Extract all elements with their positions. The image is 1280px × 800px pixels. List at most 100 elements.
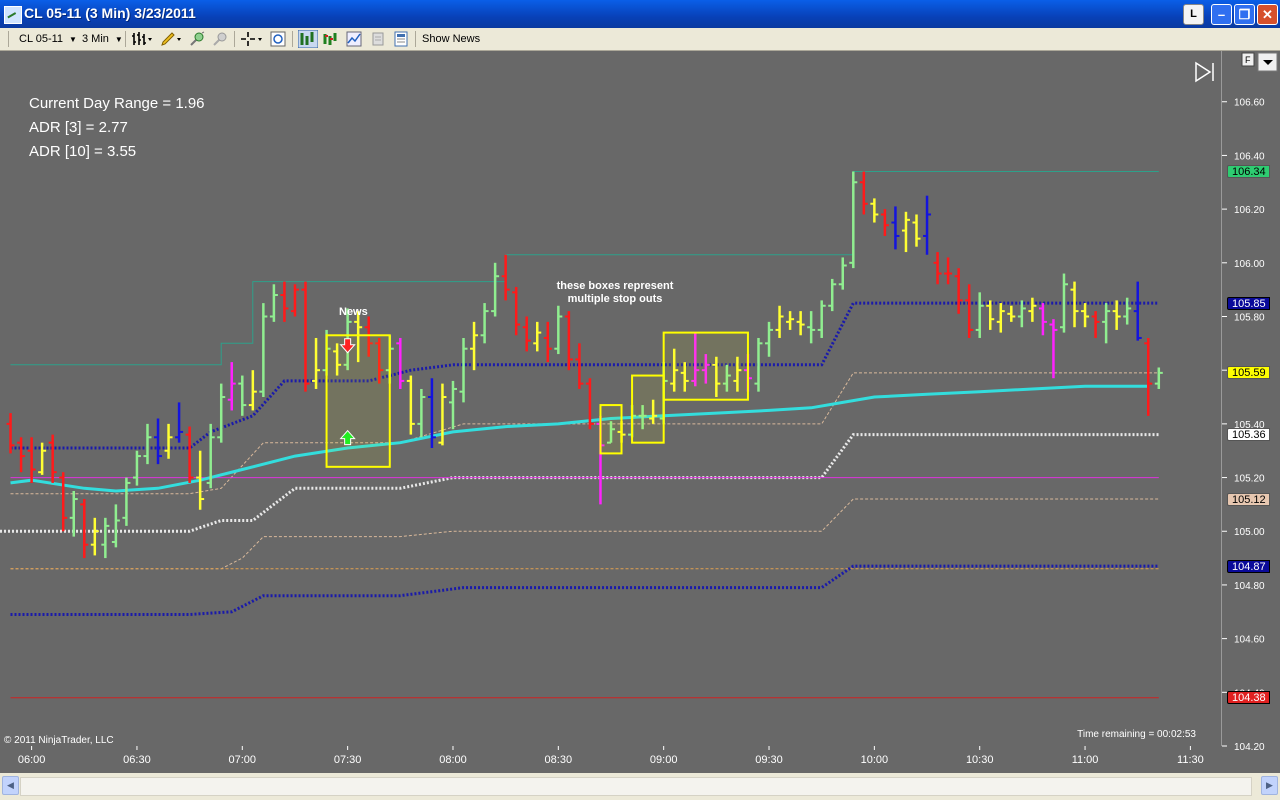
toolbar-separator <box>292 31 293 47</box>
ohlc-bar <box>786 311 795 330</box>
ohlc-bar <box>17 437 26 473</box>
panel-f-icon[interactable]: F <box>1241 52 1255 67</box>
ohlc-bar <box>227 362 236 411</box>
restore-icon: ❐ <box>1238 7 1251 22</box>
ohlc-bar <box>290 284 299 317</box>
levels-layer <box>0 171 1159 699</box>
ohlc-bar <box>480 303 489 344</box>
templates-icon[interactable] <box>393 31 409 47</box>
ohlc-bar <box>406 375 415 435</box>
y-tick-label: 104.20 <box>1234 742 1265 753</box>
ohlc-bar <box>765 321 774 357</box>
horizontal-scrollbar[interactable]: ◀ ▶ <box>0 773 1280 800</box>
ohlc-bar <box>80 499 89 559</box>
ohlc-bar <box>1081 303 1090 328</box>
ohlc-bar <box>543 321 552 363</box>
svg-text:F: F <box>1245 55 1251 65</box>
chart-panel[interactable]: 106.60106.40106.20106.00105.80105.60105.… <box>0 51 1280 773</box>
boxes-note-line-1: these boxes represent <box>557 280 674 292</box>
instrument-selector[interactable]: CL 05-11 ▼ <box>19 30 77 48</box>
scroll-left-button[interactable]: ◀ <box>2 776 19 795</box>
link-button[interactable]: L <box>1183 4 1204 25</box>
y-tick-label: 106.40 <box>1234 151 1265 162</box>
close-button[interactable]: ✕ <box>1257 4 1278 25</box>
boxes-layer <box>325 331 749 468</box>
price-axis-border <box>1221 51 1222 773</box>
stop-out-box <box>599 404 623 455</box>
adr-3: ADR [3] = 2.77 <box>29 119 128 136</box>
ohlc-bar <box>775 305 784 338</box>
ohlc-bar <box>1091 311 1100 338</box>
ohlc-bar <box>248 370 257 411</box>
ohlc-bar <box>807 311 816 344</box>
ohlc-bar <box>564 311 573 371</box>
ohlc-bar <box>122 477 131 526</box>
ohlc-bar <box>1049 319 1058 379</box>
ohlc-bar <box>280 281 289 322</box>
price-chart[interactable]: 106.60106.40106.20106.00105.80105.60105.… <box>0 51 1280 773</box>
drawing-tool-icon[interactable] <box>160 31 182 47</box>
ohlc-bar <box>217 383 226 443</box>
x-tick-label: 06:30 <box>123 754 151 766</box>
midline-white <box>0 433 1159 533</box>
ohlc-bar <box>891 206 900 250</box>
minimize-button[interactable]: – <box>1211 4 1232 25</box>
ohlc-bar <box>27 437 36 483</box>
x-tick-label: 11:30 <box>1177 754 1204 766</box>
ohlc-bar <box>533 321 542 352</box>
zoom-in-icon[interactable] <box>189 31 205 47</box>
chart-style-icon[interactable] <box>322 31 338 47</box>
zoom-out-icon[interactable] <box>212 31 228 47</box>
y-tick-label: 104.80 <box>1234 581 1265 592</box>
chart-toolbar: CL 05-11 ▼ 3 Min ▼ Show News <box>0 28 1280 51</box>
scroll-right-button[interactable]: ▶ <box>1261 776 1278 795</box>
y-tick-label: 106.00 <box>1234 259 1265 270</box>
chart-app-icon <box>4 6 22 24</box>
y-tick-label: 105.80 <box>1234 312 1265 323</box>
panel-dropdown-icon[interactable] <box>1257 52 1278 72</box>
interval-selector[interactable]: 3 Min ▼ <box>82 30 123 48</box>
ema-layer <box>10 384 1149 493</box>
x-tick-label: 09:00 <box>650 754 678 766</box>
ohlc-bar <box>933 252 942 285</box>
data-box-icon[interactable] <box>270 31 286 47</box>
ohlc-bar <box>59 472 68 532</box>
ohlc-bar <box>301 281 310 392</box>
y-tick-label: 104.60 <box>1234 635 1265 646</box>
time-axis[interactable]: 06:00 06:30 07:00 07:30 08:00 08:30 09:00 09:30… <box>0 746 1222 773</box>
bar-type-icon[interactable] <box>131 31 153 47</box>
scroll-to-end-icon[interactable] <box>1195 61 1214 83</box>
ohlc-bar <box>470 321 479 371</box>
lower-band-navy <box>10 564 1159 616</box>
properties-icon[interactable] <box>370 31 386 47</box>
ohlc-bar <box>154 418 163 465</box>
ohlc-bar <box>880 209 889 236</box>
window-title-bar[interactable]: CL 05-11 (3 Min) 3/23/2011 L – ❐ ✕ <box>0 0 1280 28</box>
ohlc-bar <box>48 434 57 483</box>
crosshair-icon[interactable] <box>240 31 264 47</box>
ohlc-bar <box>185 426 194 483</box>
y-tick-label: 106.20 <box>1234 205 1265 216</box>
scroll-track[interactable] <box>20 777 1252 796</box>
stop-out-box <box>662 331 749 401</box>
chevron-left-icon: ◀ <box>7 780 14 790</box>
indicators-icon[interactable] <box>346 31 362 47</box>
ohlc-bar <box>143 423 152 465</box>
restore-button[interactable]: ❐ <box>1234 4 1255 25</box>
toolbar-grip <box>8 31 9 47</box>
x-tick-label: 10:00 <box>861 754 889 766</box>
ohlc-bar <box>1154 367 1163 389</box>
ohlc-bar <box>259 303 268 398</box>
strategies-icon[interactable] <box>298 30 318 48</box>
show-news-button[interactable]: Show News <box>422 30 480 48</box>
ohlc-bar <box>491 262 500 317</box>
ohlc-bar <box>132 450 141 486</box>
price-tag: 104.87 <box>1227 559 1270 573</box>
chevron-right-icon: ▶ <box>1266 780 1273 790</box>
prev-day-level-green <box>10 171 1159 366</box>
ohlc-bar <box>954 268 963 314</box>
minimize-icon: – <box>1217 7 1226 22</box>
toolbar-separator <box>415 31 416 47</box>
ohlc-bar <box>901 211 910 253</box>
ema-line <box>10 384 1149 493</box>
